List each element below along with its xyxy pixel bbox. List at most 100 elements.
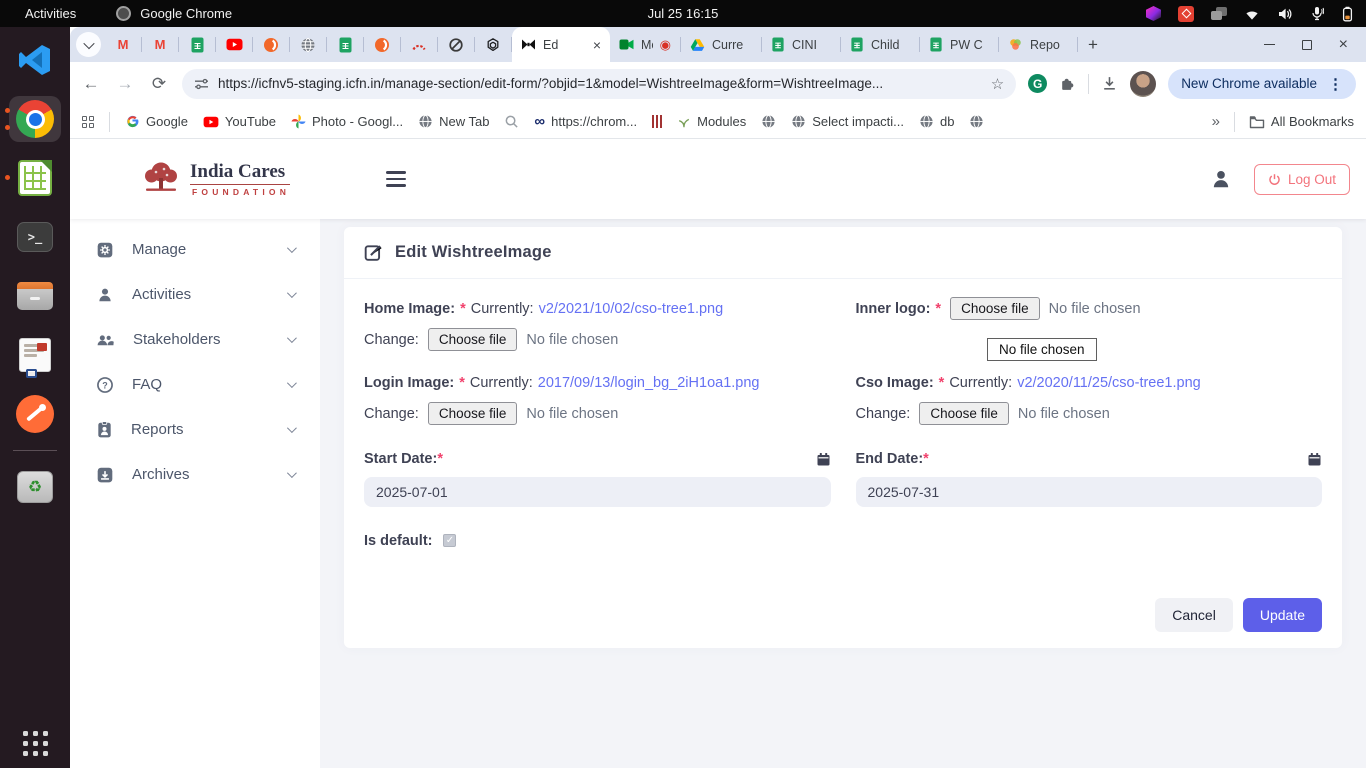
profile-avatar[interactable] <box>1130 71 1156 97</box>
bookmark-google[interactable]: Google <box>125 114 188 129</box>
microphone-icon[interactable] <box>1310 6 1324 21</box>
dock-item-terminal[interactable]: >_ <box>0 214 70 260</box>
downloads-icon[interactable] <box>1101 75 1118 92</box>
chrome-update-button[interactable]: New Chrome available ⋮ <box>1168 69 1356 99</box>
url-text[interactable]: https://icfnv5-staging.icfn.in/manage-se… <box>218 76 982 91</box>
show-applications-button[interactable] <box>23 731 48 756</box>
dock-item-libreoffice-calc[interactable] <box>0 155 70 201</box>
brand-logo[interactable]: India Cares FOUNDATION <box>140 161 290 197</box>
choose-file-button[interactable]: Choose file <box>950 297 1040 320</box>
hamburger-menu-icon[interactable] <box>386 171 406 187</box>
bookmark-new-tab[interactable]: New Tab <box>418 114 489 129</box>
bookmark-youtube[interactable]: YouTube <box>203 114 276 129</box>
bookmark-star-icon[interactable]: ☆ <box>991 75 1004 93</box>
apps-grid-icon[interactable] <box>82 116 94 128</box>
sidebar-item-faq[interactable]: ? FAQ <box>70 362 320 407</box>
dock-item-postman[interactable] <box>0 391 70 437</box>
volume-icon[interactable] <box>1277 7 1293 21</box>
home-image-file-input[interactable]: Choose file No file chosen <box>428 328 618 351</box>
tab-sheet-cini[interactable]: CINI <box>762 27 840 62</box>
wifi-icon[interactable] <box>1244 7 1260 21</box>
bookmark-chrome-url[interactable]: ∞ https://chrom... <box>534 114 637 129</box>
user-icon[interactable] <box>1210 168 1232 190</box>
end-date-input[interactable] <box>856 477 1323 507</box>
pinned-tab-no-entry[interactable] <box>438 27 474 62</box>
start-date-input[interactable] <box>364 477 831 507</box>
bookmark-select-impact[interactable]: Select impacti... <box>791 114 904 129</box>
home-image-link[interactable]: v2/2021/10/02/cso-tree1.png <box>539 301 724 317</box>
choose-file-button[interactable]: Choose file <box>428 328 518 351</box>
calendar-icon[interactable] <box>816 452 831 467</box>
dock-item-chrome-active[interactable] <box>0 96 70 142</box>
pinned-tab-youtube[interactable] <box>216 27 252 62</box>
tab-drive[interactable]: Curre <box>681 27 761 62</box>
site-settings-icon[interactable] <box>194 77 209 91</box>
tab-close-icon[interactable]: × <box>593 37 601 53</box>
pinned-tab-orange-app-1[interactable] <box>253 27 289 62</box>
sidebar-item-stakeholders[interactable]: Stakeholders <box>70 317 320 362</box>
pinned-tab-chatgpt[interactable] <box>475 27 511 62</box>
pinned-tab-sheets-1[interactable] <box>179 27 215 62</box>
dock-item-files[interactable] <box>0 273 70 319</box>
tab-active-edit[interactable]: Ed × <box>512 27 610 62</box>
update-button[interactable]: Update <box>1243 598 1322 632</box>
focused-app-indicator[interactable]: Google Chrome <box>116 6 232 21</box>
bookmark-db[interactable]: db <box>919 114 954 129</box>
minimize-icon[interactable] <box>1264 44 1275 46</box>
dock-item-trash[interactable]: ♻ <box>0 464 70 510</box>
sidebar-item-activities[interactable]: Activities <box>70 272 320 317</box>
choose-file-button[interactable]: Choose file <box>428 402 518 425</box>
activities-button[interactable]: Activities <box>25 6 76 21</box>
inner-logo-file-input[interactable]: Choose file No file chosen <box>950 297 1140 320</box>
tab-sheet-child[interactable]: Child <box>841 27 919 62</box>
restore-icon[interactable] <box>1302 40 1312 50</box>
sidebar-item-archives[interactable]: Archives <box>70 452 320 497</box>
bookmark-google-photos[interactable]: Photo - Googl... <box>291 114 403 129</box>
extensions-puzzle-icon[interactable] <box>1059 75 1076 92</box>
pinned-tab-gmail-1[interactable]: M <box>105 27 141 62</box>
back-button[interactable]: ← <box>80 74 102 94</box>
bookmark-globe-icononly-2[interactable] <box>969 114 984 129</box>
address-bar[interactable]: https://icfnv5-staging.icfn.in/manage-se… <box>182 69 1016 99</box>
reload-button[interactable]: ⟳ <box>148 74 170 94</box>
required-mark: * <box>437 451 443 467</box>
is-default-checkbox[interactable]: ✓ <box>443 534 456 547</box>
bookmark-search-icononly[interactable] <box>504 114 519 129</box>
forward-button[interactable]: → <box>114 74 136 94</box>
dock-item-vscode[interactable] <box>0 37 70 83</box>
tab-meet[interactable]: Me ◉ <box>610 27 680 62</box>
close-icon[interactable]: × <box>1339 37 1348 53</box>
sidebar-item-reports[interactable]: Reports <box>70 407 320 452</box>
clock[interactable]: Jul 25 16:15 <box>648 6 719 21</box>
cso-image-file-input[interactable]: Choose file No file chosen <box>919 402 1109 425</box>
calendar-icon[interactable] <box>1307 452 1322 467</box>
login-image-file-input[interactable]: Choose file No file chosen <box>428 402 618 425</box>
choose-file-button[interactable]: Choose file <box>919 402 1009 425</box>
tab-search-button[interactable] <box>76 32 101 57</box>
pinned-tab-orange-app-2[interactable] <box>364 27 400 62</box>
menu-kebab-icon[interactable]: ⋮ <box>1328 75 1343 93</box>
cancel-button[interactable]: Cancel <box>1155 598 1233 632</box>
new-tab-button[interactable]: + <box>1078 35 1108 55</box>
login-image-link[interactable]: 2017/09/13/login_bg_2iH1oa1.png <box>538 375 760 391</box>
pinned-tab-sheets-2[interactable] <box>327 27 363 62</box>
pinned-tab-red-arc[interactable] <box>401 27 437 62</box>
tab-repo[interactable]: Repo <box>999 27 1077 62</box>
battery-icon[interactable] <box>1341 6 1354 22</box>
dock-item-document-viewer[interactable] <box>0 332 70 378</box>
pinned-tab-gmail-2[interactable]: M <box>142 27 178 62</box>
tab-sheet-pw[interactable]: PW C <box>920 27 998 62</box>
bookmark-modules[interactable]: Modules <box>677 114 746 129</box>
chat-indicator-icon[interactable] <box>1211 7 1227 20</box>
screen-recorder-icon[interactable] <box>1178 6 1194 22</box>
cube-app-icon[interactable] <box>1146 6 1161 21</box>
pinned-tab-globe[interactable] <box>290 27 326 62</box>
bookmark-globe-icononly-1[interactable] <box>761 114 776 129</box>
bookmark-red-favicon[interactable] <box>652 115 662 128</box>
sidebar-item-manage[interactable]: Manage <box>70 227 320 272</box>
grammarly-extension-icon[interactable]: G <box>1028 74 1047 93</box>
bookmarks-overflow-button[interactable]: » <box>1212 113 1220 130</box>
cso-image-link[interactable]: v2/2020/11/25/cso-tree1.png <box>1017 375 1201 391</box>
all-bookmarks-button[interactable]: All Bookmarks <box>1249 114 1354 129</box>
logout-button[interactable]: Log Out <box>1254 164 1350 195</box>
